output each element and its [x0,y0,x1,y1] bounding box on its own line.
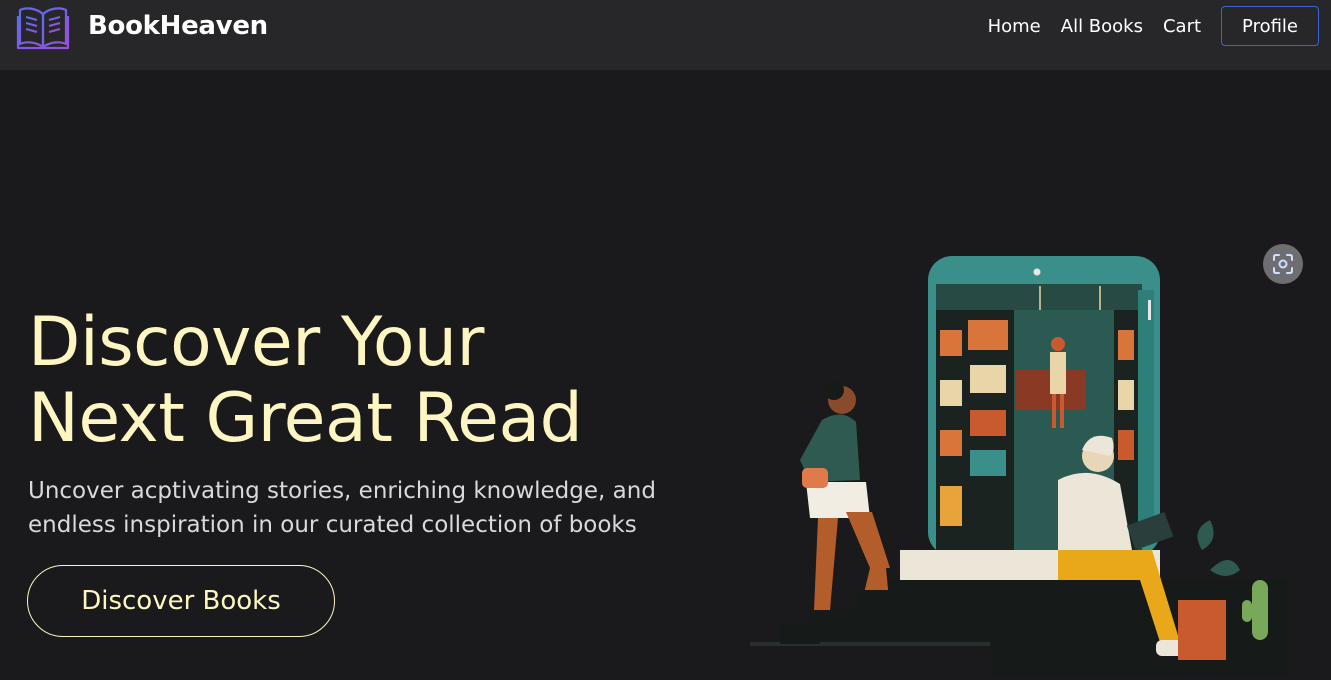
hero-title: Discover Your Next Great Read [28,303,583,458]
nav-links: Home All Books Cart Profile [988,6,1319,46]
hero-title-line-1: Discover Your [28,303,485,382]
visual-search-icon [1273,254,1293,274]
nav-all-books-link[interactable]: All Books [1061,16,1143,37]
hero-subtitle: Uncover acptivating stories, enriching k… [28,474,668,542]
brand[interactable]: BookHeaven [16,2,268,50]
discover-books-button[interactable]: Discover Books [27,565,335,637]
reading-people-phone-illustration [750,256,1290,676]
hero-subtitle-line-2: endless inspiration in our curated colle… [28,512,637,538]
open-book-icon [16,7,70,50]
brand-name: BookHeaven [88,11,268,41]
hero-title-line-2: Next Great Read [28,379,583,458]
profile-button[interactable]: Profile [1221,6,1319,46]
nav-home-link[interactable]: Home [988,16,1041,37]
navbar: BookHeaven Home All Books Cart Profile [0,0,1331,70]
visual-search-button[interactable] [1263,244,1303,284]
nav-cart-link[interactable]: Cart [1163,16,1201,37]
hero-subtitle-line-1: Uncover acptivating stories, enriching k… [28,478,656,504]
